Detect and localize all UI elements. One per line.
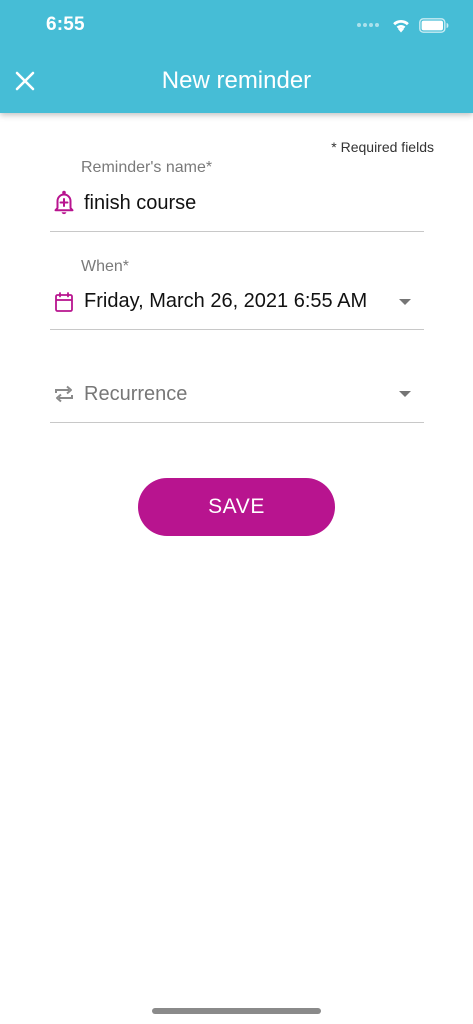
reminder-name-input[interactable]: finish course	[84, 192, 196, 215]
wifi-icon	[393, 19, 409, 33]
cellular-signal-icon	[357, 23, 379, 27]
home-indicator[interactable]	[152, 1008, 321, 1014]
app-header: 6:55 New reminder	[0, 0, 473, 113]
when-field[interactable]: When* Friday, March 26, 2021 6:55 AM	[50, 249, 424, 330]
when-value[interactable]: Friday, March 26, 2021 6:55 AM	[84, 290, 367, 313]
when-label: When*	[81, 258, 130, 275]
bell-plus-icon	[50, 189, 78, 217]
status-icons	[357, 15, 449, 35]
recurrence-select[interactable]: Recurrence	[84, 383, 187, 406]
battery-icon	[419, 17, 449, 33]
reminder-name-label: Reminder's name*	[81, 159, 213, 176]
recurrence-dropdown-arrow-icon[interactable]	[399, 391, 411, 397]
when-dropdown-arrow-icon[interactable]	[399, 299, 411, 305]
status-time: 6:55	[46, 14, 85, 35]
recurrence-field[interactable]: Recurrence	[50, 366, 424, 423]
reminder-name-field[interactable]: Reminder's name* finish course	[50, 150, 424, 232]
save-button[interactable]: SAVE	[138, 478, 335, 536]
calendar-icon	[50, 288, 78, 316]
page-title: New reminder	[161, 67, 312, 94]
repeat-icon	[50, 380, 78, 408]
